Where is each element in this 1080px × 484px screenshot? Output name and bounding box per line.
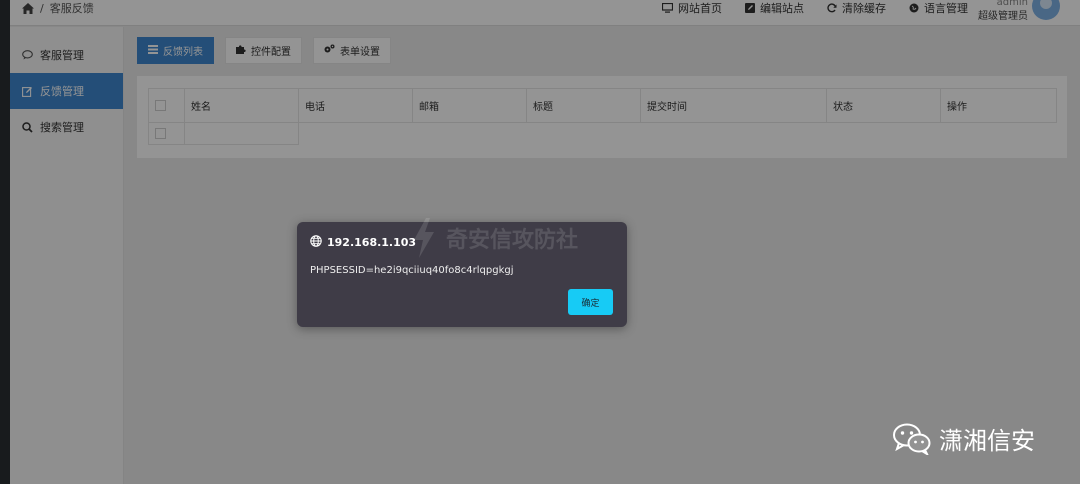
dialog-title: 192.168.1.103: [310, 235, 416, 250]
alert-dialog: 192.168.1.103 PHPSESSID=he2i9qciiuq40fo8…: [297, 222, 627, 327]
globe-icon: [310, 235, 322, 250]
dialog-host: 192.168.1.103: [327, 236, 417, 249]
wechat-icon: [893, 423, 931, 455]
app-page: / 客服反馈 网站首页 编辑站点 清除缓存 语言管理 admin 超级管理员 客…: [0, 0, 1080, 484]
brand-watermark: 潇湘信安: [893, 421, 1035, 456]
ok-button[interactable]: 确定: [568, 289, 613, 315]
dialog-message: PHPSESSID=he2i9qciiuq40fo8c4rlqpgkgj: [310, 265, 514, 276]
brand-label: 潇湘信安: [939, 427, 1035, 455]
